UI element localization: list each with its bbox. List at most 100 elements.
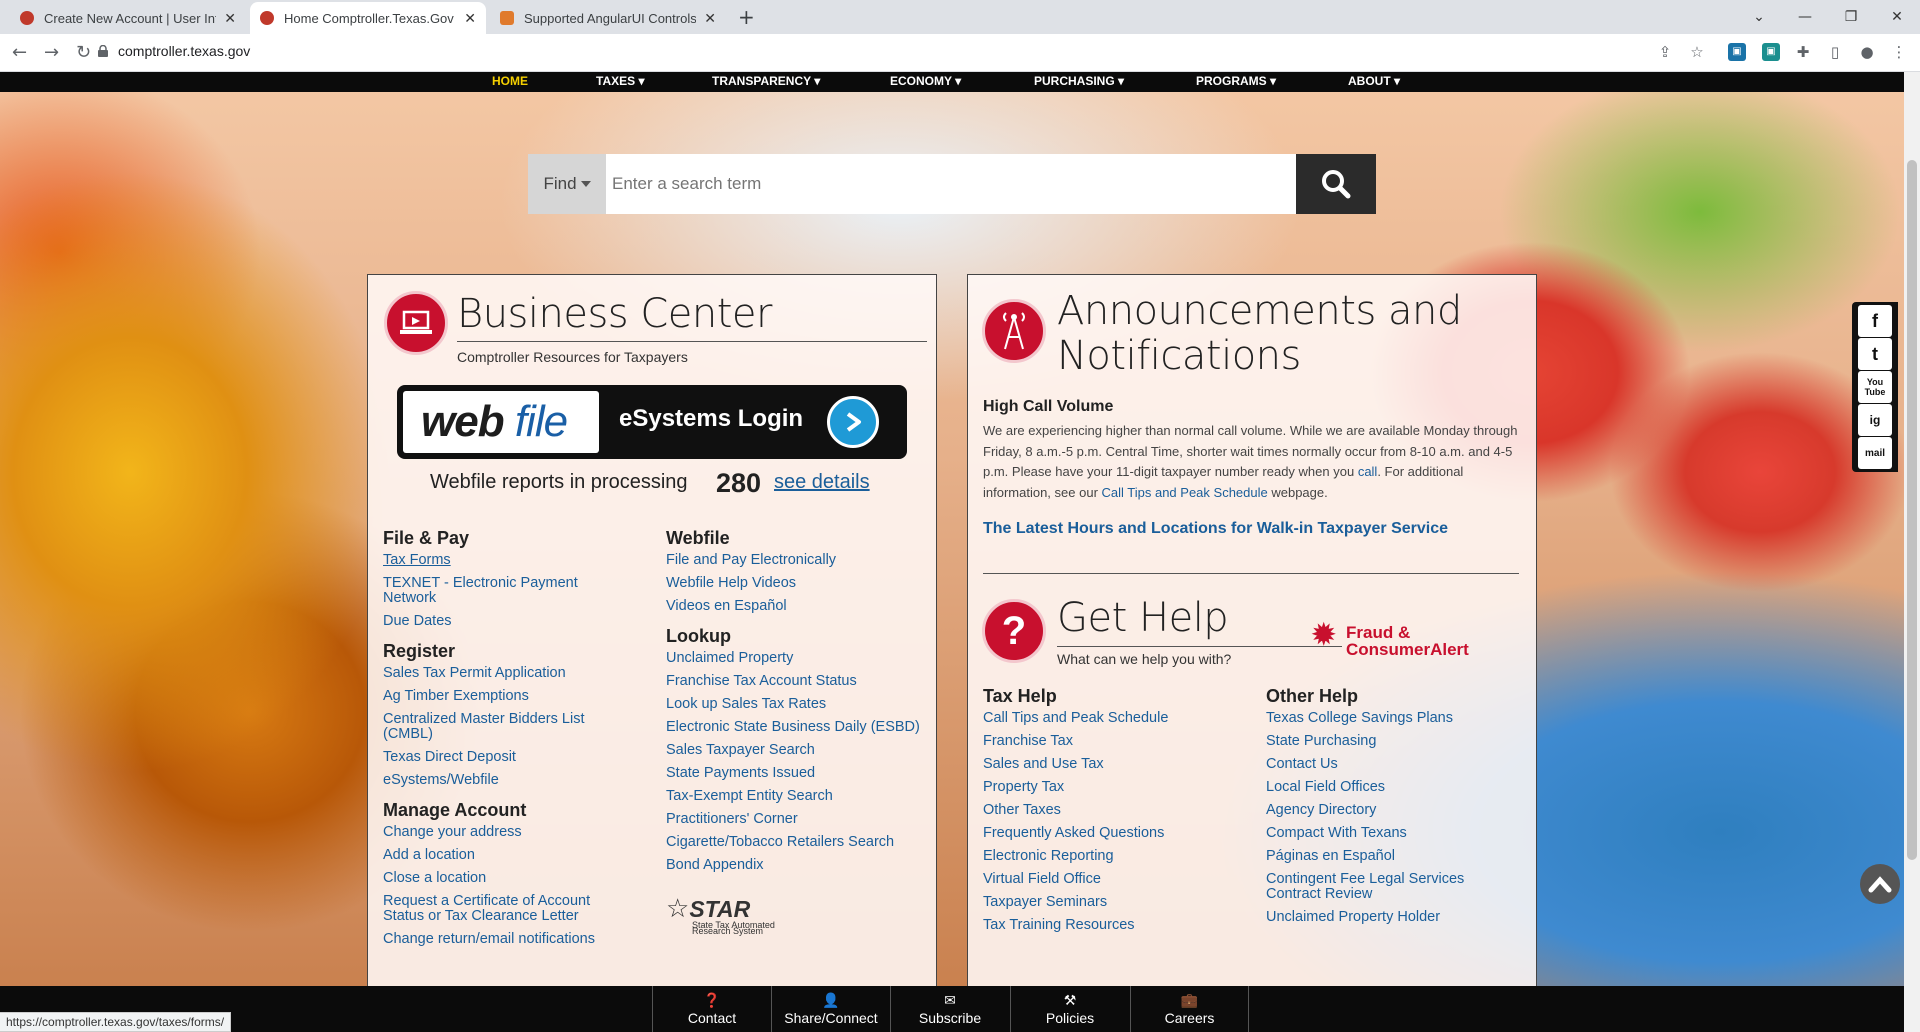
restore-icon[interactable]: ❐ [1828, 0, 1874, 34]
college-savings-link[interactable]: Texas College Savings Plans [1266, 711, 1496, 726]
texas-direct-deposit-link[interactable]: Texas Direct Deposit [383, 750, 613, 765]
youtube-icon[interactable]: You Tube [1858, 371, 1892, 403]
videos-espanol-link[interactable]: Videos en Español [666, 599, 928, 614]
call-tips-link[interactable]: Call Tips and Peak Schedule [1102, 485, 1268, 500]
nav-purchasing[interactable]: PURCHASING ▾ [1034, 74, 1124, 88]
close-icon[interactable]: ✕ [464, 10, 476, 27]
esystems-webfile-link[interactable]: eSystems/Webfile [383, 773, 613, 788]
franchise-tax-status-link[interactable]: Franchise Tax Account Status [666, 674, 928, 689]
extensions-puzzle-icon[interactable]: ✚ [1794, 43, 1812, 61]
faq-link[interactable]: Frequently Asked Questions [983, 826, 1243, 841]
add-location-link[interactable]: Add a location [383, 848, 613, 863]
state-purchasing-link[interactable]: State Purchasing [1266, 734, 1496, 749]
minimize-icon[interactable]: — [1782, 0, 1828, 34]
call-link[interactable]: call [1358, 464, 1378, 479]
webfile-esystems-login-button[interactable]: web file eSystems Login [397, 385, 907, 459]
franchise-tax-link[interactable]: Franchise Tax [983, 734, 1243, 749]
walk-in-hours-link[interactable]: The Latest Hours and Locations for Walk-… [983, 520, 1448, 538]
tax-forms-link[interactable]: Tax Forms [383, 553, 613, 568]
agency-directory-link[interactable]: Agency Directory [1266, 803, 1496, 818]
tab-search-icon[interactable]: ⌄ [1736, 0, 1782, 34]
get-help-subtitle: What can we help you with? [1057, 651, 1232, 667]
side-panel-icon[interactable]: ▯ [1826, 43, 1844, 61]
back-icon[interactable]: ← [12, 42, 27, 63]
sales-taxpayer-search-link[interactable]: Sales Taxpayer Search [666, 743, 928, 758]
tax-training-link[interactable]: Tax Training Resources [983, 918, 1243, 933]
search-button[interactable] [1296, 154, 1376, 214]
facebook-icon[interactable]: f [1858, 305, 1892, 337]
scrollbar-thumb[interactable] [1907, 160, 1917, 860]
certificate-link[interactable]: Request a Certificate of Account Status … [383, 894, 613, 924]
notifications-link[interactable]: Change return/email notifications [383, 932, 613, 947]
email-icon[interactable]: mail [1858, 437, 1892, 469]
contact-us-link[interactable]: Contact Us [1266, 757, 1496, 772]
compact-with-texans-link[interactable]: Compact With Texans [1266, 826, 1496, 841]
see-details-link[interactable]: see details [774, 471, 870, 494]
nav-home[interactable]: HOME [492, 74, 528, 88]
forward-icon[interactable]: → [44, 42, 59, 63]
ag-timber-link[interactable]: Ag Timber Exemptions [383, 689, 613, 704]
state-payments-link[interactable]: State Payments Issued [666, 766, 928, 781]
taxpayer-seminars-link[interactable]: Taxpayer Seminars [983, 895, 1243, 910]
footer-careers-button[interactable]: 💼 Careers [1130, 986, 1249, 1032]
back-to-top-button[interactable] [1860, 864, 1900, 904]
practitioners-corner-link[interactable]: Practitioners' Corner [666, 812, 928, 827]
profile-avatar-icon[interactable]: ● [1858, 43, 1876, 61]
esbd-link[interactable]: Electronic State Business Daily (ESBD) [666, 720, 928, 735]
extension-icon[interactable]: ▣ [1762, 43, 1780, 61]
nav-programs[interactable]: PROGRAMS ▾ [1196, 74, 1276, 88]
nav-taxes[interactable]: TAXES ▾ [596, 74, 644, 88]
local-field-offices-link[interactable]: Local Field Offices [1266, 780, 1496, 795]
unclaimed-property-holder-link[interactable]: Unclaimed Property Holder [1266, 910, 1496, 925]
bookmark-star-icon[interactable]: ☆ [1688, 43, 1706, 61]
find-dropdown[interactable]: Find [528, 154, 606, 214]
twitter-icon[interactable]: t [1858, 338, 1892, 370]
footer-share-button[interactable]: 👤 Share/Connect [771, 986, 890, 1032]
close-icon[interactable]: ✕ [704, 10, 716, 27]
nav-transparency[interactable]: TRANSPARENCY ▾ [712, 74, 820, 88]
sales-use-tax-link[interactable]: Sales and Use Tax [983, 757, 1243, 772]
nav-about[interactable]: ABOUT ▾ [1348, 74, 1400, 88]
footer-contact-button[interactable]: ❓ Contact [652, 986, 771, 1032]
due-dates-link[interactable]: Due Dates [383, 614, 613, 629]
footer-label: Policies [1045, 1010, 1095, 1026]
new-tab-button[interactable]: + [738, 5, 755, 29]
texnet-link[interactable]: TEXNET - Electronic Payment Network [383, 576, 613, 606]
sales-tax-permit-link[interactable]: Sales Tax Permit Application [383, 666, 613, 681]
property-tax-link[interactable]: Property Tax [983, 780, 1243, 795]
contingent-fee-link[interactable]: Contingent Fee Legal Services Contract R… [1266, 872, 1496, 902]
other-taxes-link[interactable]: Other Taxes [983, 803, 1243, 818]
share-icon[interactable]: ⇪ [1656, 43, 1674, 61]
electronic-reporting-link[interactable]: Electronic Reporting [983, 849, 1243, 864]
nav-economy[interactable]: ECONOMY ▾ [890, 74, 961, 88]
unclaimed-property-link[interactable]: Unclaimed Property [666, 651, 928, 666]
call-tips-link[interactable]: Call Tips and Peak Schedule [983, 711, 1243, 726]
tax-exempt-search-link[interactable]: Tax-Exempt Entity Search [666, 789, 928, 804]
star-logo-link[interactable]: ☆STAR State Tax Automated Research Syste… [666, 893, 775, 936]
browser-tab[interactable]: Create New Account | User Inform ✕ [10, 2, 246, 34]
fraud-consumer-alert-link[interactable]: ✹ Fraud & ConsumerAlert [1312, 621, 1469, 659]
paginas-espanol-link[interactable]: Páginas en Español [1266, 849, 1496, 864]
bond-appendix-link[interactable]: Bond Appendix [666, 858, 928, 873]
close-icon[interactable]: ✕ [224, 10, 236, 27]
footer-subscribe-button[interactable]: ✉ Subscribe [890, 986, 1009, 1032]
search-input[interactable] [606, 154, 1296, 214]
footer-policies-button[interactable]: ⚒ Policies [1010, 986, 1129, 1032]
extension-icon[interactable]: ▣ [1728, 43, 1746, 61]
close-location-link[interactable]: Close a location [383, 871, 613, 886]
window-close-icon[interactable]: ✕ [1874, 0, 1920, 34]
laptop-icon [384, 291, 448, 355]
reload-icon[interactable]: ↻ [76, 42, 91, 63]
cmbl-link[interactable]: Centralized Master Bidders List (CMBL) [383, 712, 613, 742]
cigarette-retailers-link[interactable]: Cigarette/Tobacco Retailers Search [666, 835, 928, 850]
webfile-help-videos-link[interactable]: Webfile Help Videos [666, 576, 928, 591]
sales-tax-rates-link[interactable]: Look up Sales Tax Rates [666, 697, 928, 712]
instagram-icon[interactable]: ig [1858, 404, 1892, 436]
browser-tab[interactable]: Supported AngularUI Controls | T ✕ [490, 2, 726, 34]
url-field[interactable]: comptroller.texas.gov [118, 43, 250, 59]
file-pay-electronically-link[interactable]: File and Pay Electronically [666, 553, 928, 568]
change-address-link[interactable]: Change your address [383, 825, 613, 840]
browser-tab-active[interactable]: Home Comptroller.Texas.Gov ✕ [250, 2, 486, 34]
virtual-field-office-link[interactable]: Virtual Field Office [983, 872, 1243, 887]
menu-kebab-icon[interactable]: ⋮ [1890, 43, 1908, 61]
